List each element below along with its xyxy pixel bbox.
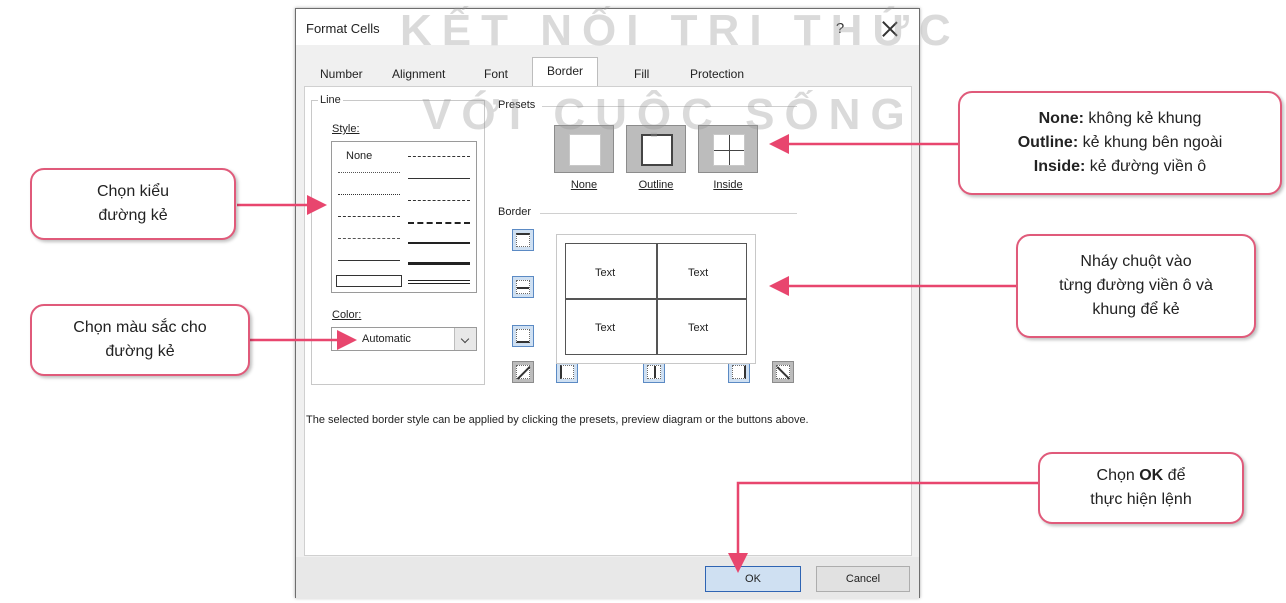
callout-line-style: Chọn kiểu đường kẻ — [30, 168, 236, 240]
callout-presets: None: không kẻ khung Outline: kẻ khung b… — [958, 91, 1282, 195]
callout-line-color: Chọn màu sắc cho đường kẻ — [30, 304, 250, 376]
arrow-ok — [728, 481, 1038, 573]
callout-border: Nháy chuột vào từng đường viền ô và khun… — [1016, 234, 1256, 338]
callout-ok: Chọn OK để thực hiện lệnh — [1038, 452, 1244, 524]
